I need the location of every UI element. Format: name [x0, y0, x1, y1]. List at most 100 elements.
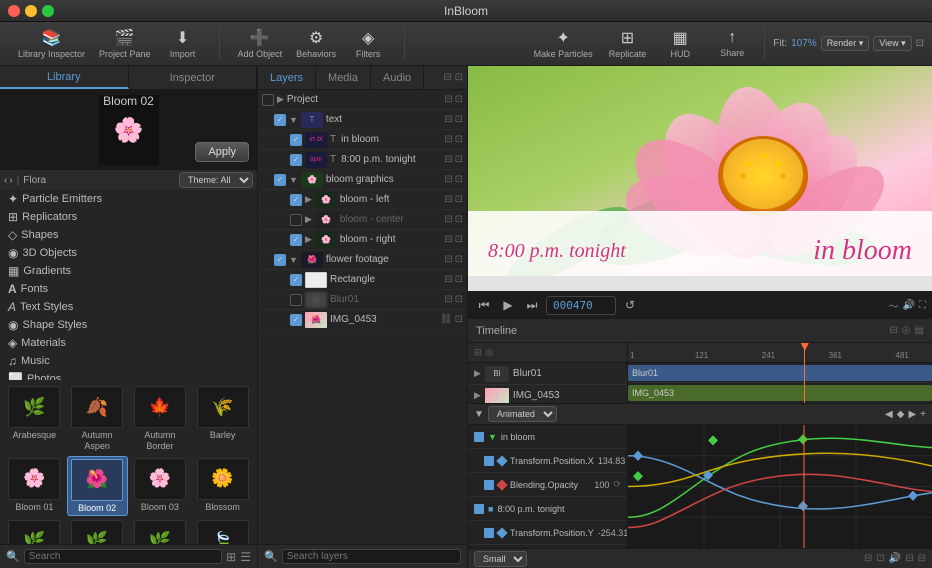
layer-text-group[interactable]: ✓ ▼ T text ⊟ ⊡	[258, 110, 467, 130]
layer-project-checkbox[interactable]	[262, 94, 274, 106]
maximize-button[interactable]	[42, 5, 54, 17]
kf-position-x-checkbox[interactable]	[484, 456, 494, 466]
filters-button[interactable]: ◈ Filters	[344, 26, 392, 62]
theme-select[interactable]: Theme: All	[179, 172, 253, 188]
blur01-clip[interactable]: Blur01	[628, 365, 932, 381]
loop-icon[interactable]: ↺	[620, 295, 640, 315]
thumb-arabesque[interactable]: 🌿 Arabesque	[4, 384, 65, 454]
speaker-icon[interactable]: 🔊	[903, 300, 915, 311]
layer-bloom-graphics[interactable]: ✓ ▼ 🌸 bloom graphics ⊟ ⊡	[258, 170, 467, 190]
thumb-autumn-aspen[interactable]: 🍂 Autumn Aspen	[67, 384, 128, 454]
cat-replicators[interactable]: ⊞ Replicators	[0, 208, 257, 226]
kf-position-x-row[interactable]: Transform.Position.X 134.83 ⟳	[468, 449, 627, 473]
import-button[interactable]: ⬇ Import	[159, 26, 207, 62]
library-search-input[interactable]	[24, 549, 222, 564]
layer-blur01-checkbox[interactable]	[290, 294, 302, 306]
make-particles-button[interactable]: ✦ Make Particles	[528, 26, 599, 62]
tab-library[interactable]: Library	[0, 66, 129, 89]
layer-bloom-right[interactable]: ✓ ▶ 🌸 bloom - right ⊟ ⊡	[258, 230, 467, 250]
blur01-track-label[interactable]: ▶ Bl Blur01	[468, 363, 627, 385]
layer-flower-footage-checkbox[interactable]: ✓	[274, 254, 286, 266]
layer-800pm[interactable]: ✓ 8pm T 8:00 p.m. tonight ⊟ ⊡	[258, 150, 467, 170]
kf-btn-2[interactable]: ◆	[897, 409, 905, 420]
cat-shapes[interactable]: ◇ Shapes	[0, 226, 257, 244]
layer-img0453-checkbox[interactable]: ✓	[290, 314, 302, 326]
apply-button[interactable]: Apply	[195, 142, 249, 162]
transport-play-icon[interactable]: ▶	[498, 295, 518, 315]
kf-opacity-row[interactable]: Blending.Opacity 100 ⟳	[468, 473, 627, 497]
view-button[interactable]: View ▾	[873, 36, 911, 51]
cat-text-styles[interactable]: A Text Styles	[0, 298, 257, 316]
layer-blur01[interactable]: □ Blur01 ⊟ ⊡	[258, 290, 467, 310]
thumb-bloom03[interactable]: 🌸 Bloom 03	[130, 456, 191, 517]
layer-bloom-graphics-checkbox[interactable]: ✓	[274, 174, 286, 186]
add-object-button[interactable]: ➕ Add Object	[232, 26, 289, 62]
layer-bloom-left[interactable]: ✓ ▶ 🌸 bloom - left ⊟ ⊡	[258, 190, 467, 210]
layer-text-checkbox[interactable]: ✓	[274, 114, 286, 126]
layer-bloom-center-checkbox[interactable]	[290, 214, 302, 226]
kf-position-y-row[interactable]: Transform.Position.Y -254.31 ⟳	[468, 521, 627, 545]
size-icon-3[interactable]: 🔊	[889, 553, 901, 564]
cat-materials[interactable]: ◈ Materials	[0, 334, 257, 352]
fullscreen-icon[interactable]: ⛶	[919, 300, 926, 311]
layer-rectangle-checkbox[interactable]: ✓	[290, 274, 302, 286]
layer-rectangle[interactable]: ✓ Rectangle ⊟ ⊡	[258, 270, 467, 290]
cat-particle-emitters[interactable]: ✦ Particle Emitters	[0, 190, 257, 208]
project-pane-button[interactable]: 🎬 Project Pane	[93, 26, 157, 62]
transport-rewind-icon[interactable]: ⏮	[474, 295, 494, 315]
layer-bloom-center[interactable]: ▶ 🌸 bloom - center ⊟ ⊡	[258, 210, 467, 230]
thumb-branch03[interactable]: 🌿 Branch 03	[130, 518, 191, 544]
hud-button[interactable]: ▦ HUD	[656, 26, 704, 62]
animated-select[interactable]: Animated	[488, 406, 557, 422]
share-button[interactable]: ↑ Share	[708, 26, 756, 62]
render-button[interactable]: Render ▾	[821, 36, 870, 51]
size-select[interactable]: Small	[474, 551, 527, 567]
close-button[interactable]	[8, 5, 20, 17]
kf-opacity-checkbox[interactable]	[484, 480, 494, 490]
layer-project[interactable]: ▶ Project ⊟ ⊡	[258, 90, 467, 110]
thumb-bloom02[interactable]: 🌺 Bloom 02	[67, 456, 128, 517]
cat-shape-styles[interactable]: ◉ Shape Styles	[0, 316, 257, 334]
back-button[interactable]: ‹	[4, 175, 7, 186]
behaviors-button[interactable]: ⚙ Behaviors	[290, 26, 342, 62]
thumb-barley[interactable]: 🌾 Barley	[192, 384, 253, 454]
kf-800pm-checkbox[interactable]	[474, 504, 484, 514]
cat-music[interactable]: ♫ Music	[0, 352, 257, 370]
transport-forward-icon[interactable]: ⏭	[522, 295, 542, 315]
fit-value[interactable]: 107%	[791, 38, 817, 49]
replicate-button[interactable]: ⊞ Replicate	[603, 26, 653, 62]
thumb-autumn-border[interactable]: 🍁 Autumn Border	[130, 384, 191, 454]
thumb-branch04[interactable]: 🍃 Branch 04	[192, 518, 253, 544]
layer-in-bloom-checkbox[interactable]: ✓	[290, 134, 302, 146]
kf-btn-3[interactable]: ▶	[908, 409, 916, 420]
kf-in-bloom-row[interactable]: ▼ in bloom	[468, 425, 627, 449]
list-view-icon[interactable]: ☰	[240, 550, 251, 564]
thumb-blossom[interactable]: 🌼 Blossom	[192, 456, 253, 517]
layer-800pm-checkbox[interactable]: ✓	[290, 154, 302, 166]
thumb-bloom01[interactable]: 🌸 Bloom 01	[4, 456, 65, 517]
tab-inspector[interactable]: Inspector	[129, 66, 258, 89]
thumb-branch02[interactable]: 🌿 Branch 02	[67, 518, 128, 544]
layer-in-bloom[interactable]: ✓ in bl T in bloom ⊟ ⊡	[258, 130, 467, 150]
kf-800pm-row[interactable]: ■ 8:00 p.m. tonight	[468, 497, 627, 521]
cat-gradients[interactable]: ▦ Gradients	[0, 262, 257, 280]
forward-button[interactable]: ›	[9, 175, 12, 186]
layers-search-input[interactable]	[282, 549, 461, 564]
img0453-clip[interactable]: IMG_0453	[628, 385, 932, 401]
tab-layers[interactable]: Layers	[258, 66, 316, 89]
kf-in-bloom-checkbox[interactable]	[474, 432, 484, 442]
thumb-branch01[interactable]: 🌿 Branch 01	[4, 518, 65, 544]
cat-3d-objects[interactable]: ◉ 3D Objects	[0, 244, 257, 262]
cat-fonts[interactable]: A Fonts	[0, 280, 257, 298]
library-inspector-button[interactable]: 📚 Library Inspector	[12, 26, 91, 62]
minimize-button[interactable]	[25, 5, 37, 17]
kf-position-y-checkbox[interactable]	[484, 528, 494, 538]
tab-media[interactable]: Media	[316, 66, 371, 89]
timecode-input[interactable]	[546, 296, 616, 315]
tab-audio[interactable]: Audio	[371, 66, 424, 89]
kf-add-icon[interactable]: +	[920, 409, 926, 420]
kf-btn-1[interactable]: ◀	[885, 409, 893, 420]
layer-bloom-right-checkbox[interactable]: ✓	[290, 234, 302, 246]
layer-bloom-left-checkbox[interactable]: ✓	[290, 194, 302, 206]
layer-img0453[interactable]: ✓ 🌺 IMG_0453 ⛓ ⊡	[258, 310, 467, 330]
